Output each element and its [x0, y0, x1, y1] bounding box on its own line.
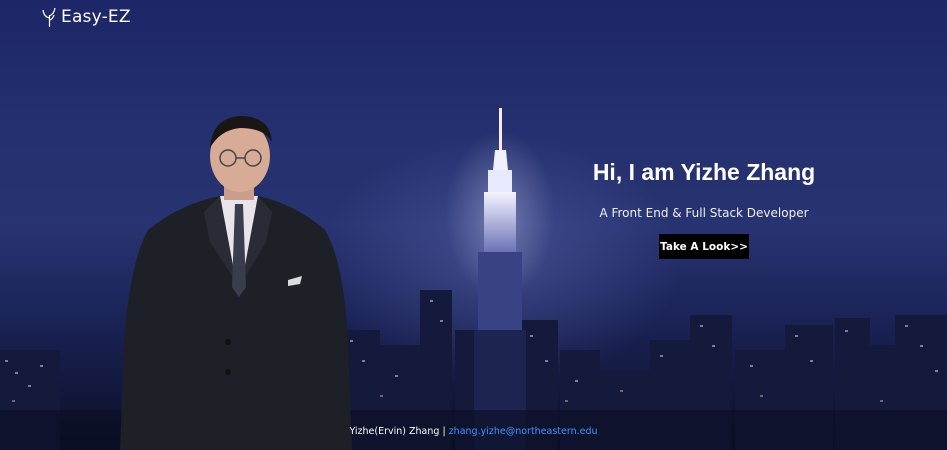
brand-logo[interactable]: Easy-EZ	[42, 7, 131, 27]
sprout-icon	[42, 7, 56, 27]
footer-separator: |	[442, 426, 446, 437]
footer-name: Yizhe(Ervin) Zhang	[349, 426, 440, 437]
hero-headline: Hi, I am Yizhe Zhang	[592, 159, 816, 185]
profile-photo	[120, 116, 352, 450]
hero-subtitle: A Front End & Full Stack Developer	[599, 206, 809, 220]
take-a-look-button[interactable]: Take A Look>>	[659, 234, 749, 259]
brand-name: Easy-EZ	[61, 7, 131, 27]
footer-email-link[interactable]: zhang.yizhe@northeastern.edu	[449, 426, 598, 437]
hero-section: Easy-EZ Hi, I am Yizhe Zhang A Front End…	[0, 0, 947, 450]
footer: Yizhe(Ervin) Zhang | zhang.yizhe@northea…	[0, 426, 947, 437]
